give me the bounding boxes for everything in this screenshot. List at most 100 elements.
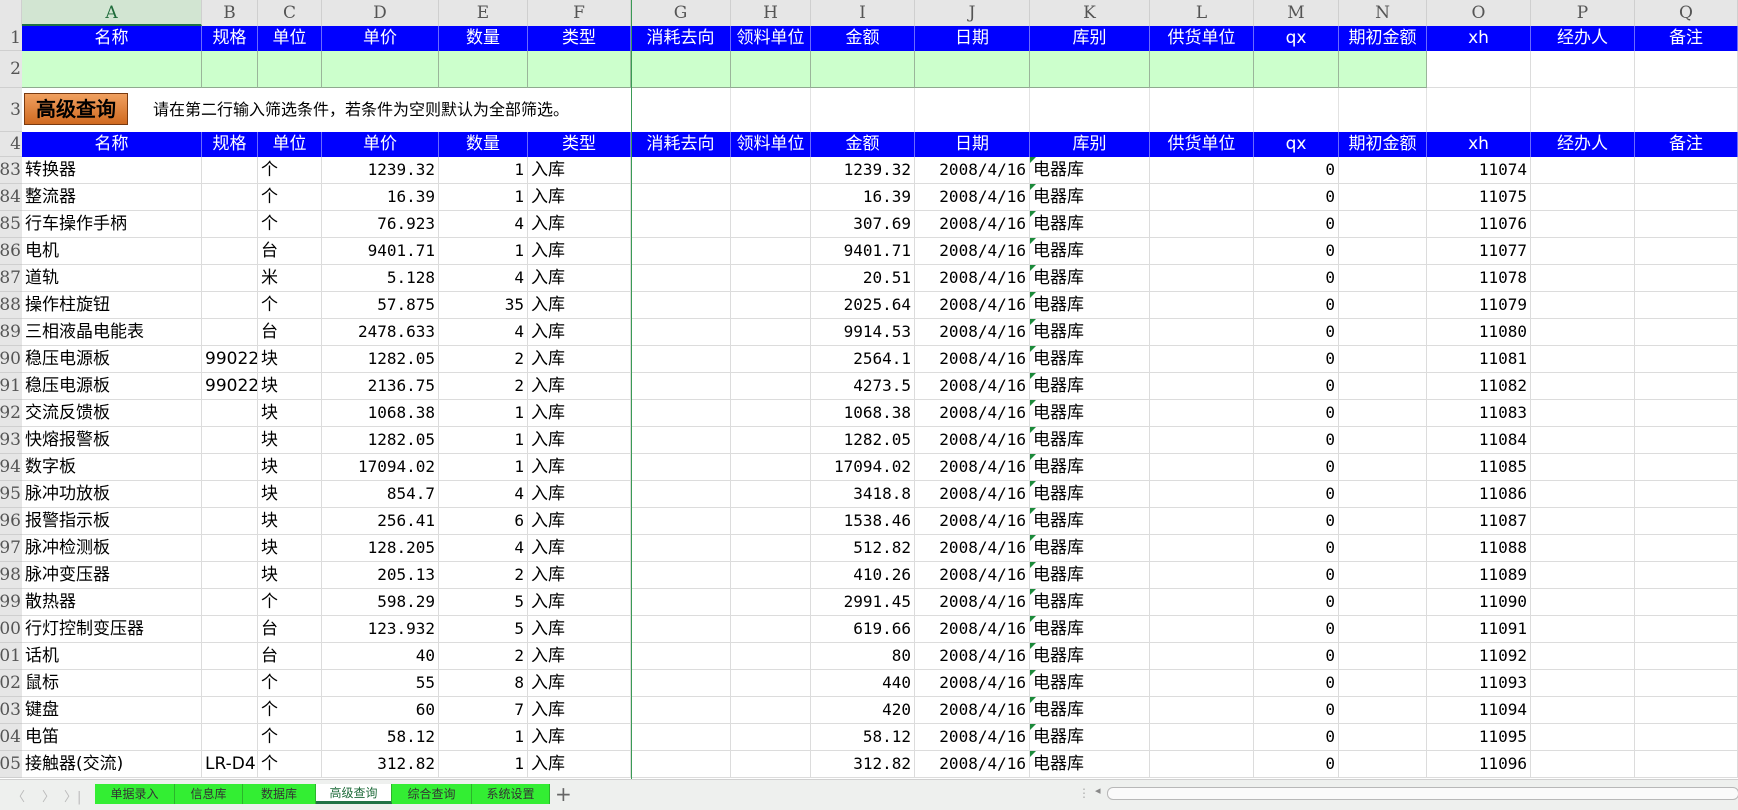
- cell-col-i[interactable]: 619.66: [811, 616, 915, 643]
- cell-col-h[interactable]: [731, 184, 811, 211]
- cell-col-n[interactable]: [1339, 670, 1427, 697]
- cell-col-l[interactable]: [1150, 400, 1254, 427]
- cell-col-o[interactable]: 11075: [1427, 184, 1531, 211]
- header-cell-col-o[interactable]: xh: [1427, 26, 1531, 51]
- cell-col-j[interactable]: 2008/4/16: [915, 211, 1030, 238]
- cell-col-k[interactable]: 电器库: [1030, 454, 1150, 481]
- header-cell-col-k[interactable]: 库别: [1030, 132, 1150, 157]
- cell-col-q[interactable]: [1635, 211, 1738, 238]
- cell-col-c[interactable]: 台: [258, 616, 322, 643]
- cell-col-m[interactable]: 0: [1254, 562, 1339, 589]
- cell-col-i[interactable]: 2025.64: [811, 292, 915, 319]
- cell-col-d[interactable]: 205.13: [322, 562, 439, 589]
- cell-col-e[interactable]: 7: [439, 697, 528, 724]
- header-cell-col-h[interactable]: 领料单位: [731, 26, 811, 51]
- cell-col-c[interactable]: 台: [258, 319, 322, 346]
- cell-col-m[interactable]: 0: [1254, 346, 1339, 373]
- cell-col-o[interactable]: 11093: [1427, 670, 1531, 697]
- cell-col-e[interactable]: 4: [439, 319, 528, 346]
- header-cell-col-n[interactable]: 期初金额: [1339, 26, 1427, 51]
- cell-col-k[interactable]: 电器库: [1030, 427, 1150, 454]
- cell-col-c[interactable]: 块: [258, 481, 322, 508]
- row-number[interactable]: 97: [0, 535, 22, 562]
- cell-col-d[interactable]: 16.39: [322, 184, 439, 211]
- cell-col-j[interactable]: 2008/4/16: [915, 454, 1030, 481]
- cell-col-m[interactable]: 0: [1254, 589, 1339, 616]
- cell-col-e[interactable]: 1: [439, 751, 528, 778]
- cell-col-b[interactable]: [202, 319, 258, 346]
- cell-col-o[interactable]: 11077: [1427, 238, 1531, 265]
- cell-col-g[interactable]: [631, 562, 731, 589]
- cell-col-i[interactable]: 1538.46: [811, 508, 915, 535]
- cell-col-p[interactable]: [1531, 373, 1635, 400]
- row-number[interactable]: 94: [0, 454, 22, 481]
- cell-col-p[interactable]: [1531, 589, 1635, 616]
- cell-col-p[interactable]: [1531, 724, 1635, 751]
- cell-col-o[interactable]: 11083: [1427, 400, 1531, 427]
- cell-col-j[interactable]: 2008/4/16: [915, 562, 1030, 589]
- cell-col-j[interactable]: 2008/4/16: [915, 481, 1030, 508]
- cell-col-j[interactable]: 2008/4/16: [915, 400, 1030, 427]
- last-sheet-arrow-icon[interactable]: 〉|: [64, 786, 81, 805]
- cell-col-f[interactable]: 入库: [528, 643, 631, 670]
- cell-col-q[interactable]: [1635, 238, 1738, 265]
- cell-col-a[interactable]: 操作柱旋钮: [22, 292, 202, 319]
- row-number[interactable]: 84: [0, 184, 22, 211]
- cell-col-m[interactable]: 0: [1254, 535, 1339, 562]
- header-cell-col-f[interactable]: 类型: [528, 132, 631, 157]
- cell-col-j[interactable]: 2008/4/16: [915, 535, 1030, 562]
- empty-cell[interactable]: [811, 88, 915, 132]
- cell-col-n[interactable]: [1339, 589, 1427, 616]
- cell-col-p[interactable]: [1531, 454, 1635, 481]
- cell-col-q[interactable]: [1635, 670, 1738, 697]
- header-cell-col-c[interactable]: 单位: [258, 132, 322, 157]
- cell-col-d[interactable]: 256.41: [322, 508, 439, 535]
- cell-col-i[interactable]: 9914.53: [811, 319, 915, 346]
- cell-col-f[interactable]: 入库: [528, 400, 631, 427]
- cell-col-p[interactable]: [1531, 211, 1635, 238]
- cell-col-l[interactable]: [1150, 670, 1254, 697]
- sheet-tab[interactable]: 系统设置: [472, 784, 550, 804]
- column-header-m[interactable]: M: [1254, 0, 1339, 26]
- cell-col-g[interactable]: [631, 400, 731, 427]
- header-cell-col-n[interactable]: 期初金额: [1339, 132, 1427, 157]
- row-number[interactable]: 88: [0, 292, 22, 319]
- cell-col-k[interactable]: 电器库: [1030, 265, 1150, 292]
- cell-col-i[interactable]: 1068.38: [811, 400, 915, 427]
- cell-col-e[interactable]: 2: [439, 346, 528, 373]
- cell-col-h[interactable]: [731, 238, 811, 265]
- cell-col-l[interactable]: [1150, 643, 1254, 670]
- cell-col-h[interactable]: [731, 157, 811, 184]
- cell-col-b[interactable]: LR-D4: [202, 751, 258, 778]
- cell-col-o[interactable]: 11076: [1427, 211, 1531, 238]
- cell-col-h[interactable]: [731, 562, 811, 589]
- cell-col-o[interactable]: 11095: [1427, 724, 1531, 751]
- cell-col-l[interactable]: [1150, 751, 1254, 778]
- cell-col-c[interactable]: 台: [258, 238, 322, 265]
- add-sheet-button[interactable]: +: [555, 782, 572, 806]
- cell-col-p[interactable]: [1531, 643, 1635, 670]
- cell-col-l[interactable]: [1150, 697, 1254, 724]
- cell-col-a[interactable]: 行车操作手柄: [22, 211, 202, 238]
- filter-input-col-c[interactable]: [258, 51, 322, 88]
- cell-col-b[interactable]: [202, 292, 258, 319]
- cell-col-k[interactable]: 电器库: [1030, 481, 1150, 508]
- row-number[interactable]: 91: [0, 373, 22, 400]
- cell-col-l[interactable]: [1150, 319, 1254, 346]
- cell-col-c[interactable]: 个: [258, 211, 322, 238]
- cell-col-f[interactable]: 入库: [528, 670, 631, 697]
- cell-col-a[interactable]: 转换器: [22, 157, 202, 184]
- cell-col-j[interactable]: 2008/4/16: [915, 616, 1030, 643]
- column-header-l[interactable]: L: [1150, 0, 1254, 26]
- filter-input-col-o[interactable]: [1427, 51, 1531, 88]
- cell-col-d[interactable]: 312.82: [322, 751, 439, 778]
- cell-col-i[interactable]: 1239.32: [811, 157, 915, 184]
- cell-col-p[interactable]: [1531, 670, 1635, 697]
- cell-col-f[interactable]: 入库: [528, 238, 631, 265]
- cell-col-e[interactable]: 35: [439, 292, 528, 319]
- cell-col-h[interactable]: [731, 697, 811, 724]
- cell-col-l[interactable]: [1150, 481, 1254, 508]
- cell-col-q[interactable]: [1635, 184, 1738, 211]
- cell-col-f[interactable]: 入库: [528, 535, 631, 562]
- empty-cell[interactable]: [631, 88, 731, 132]
